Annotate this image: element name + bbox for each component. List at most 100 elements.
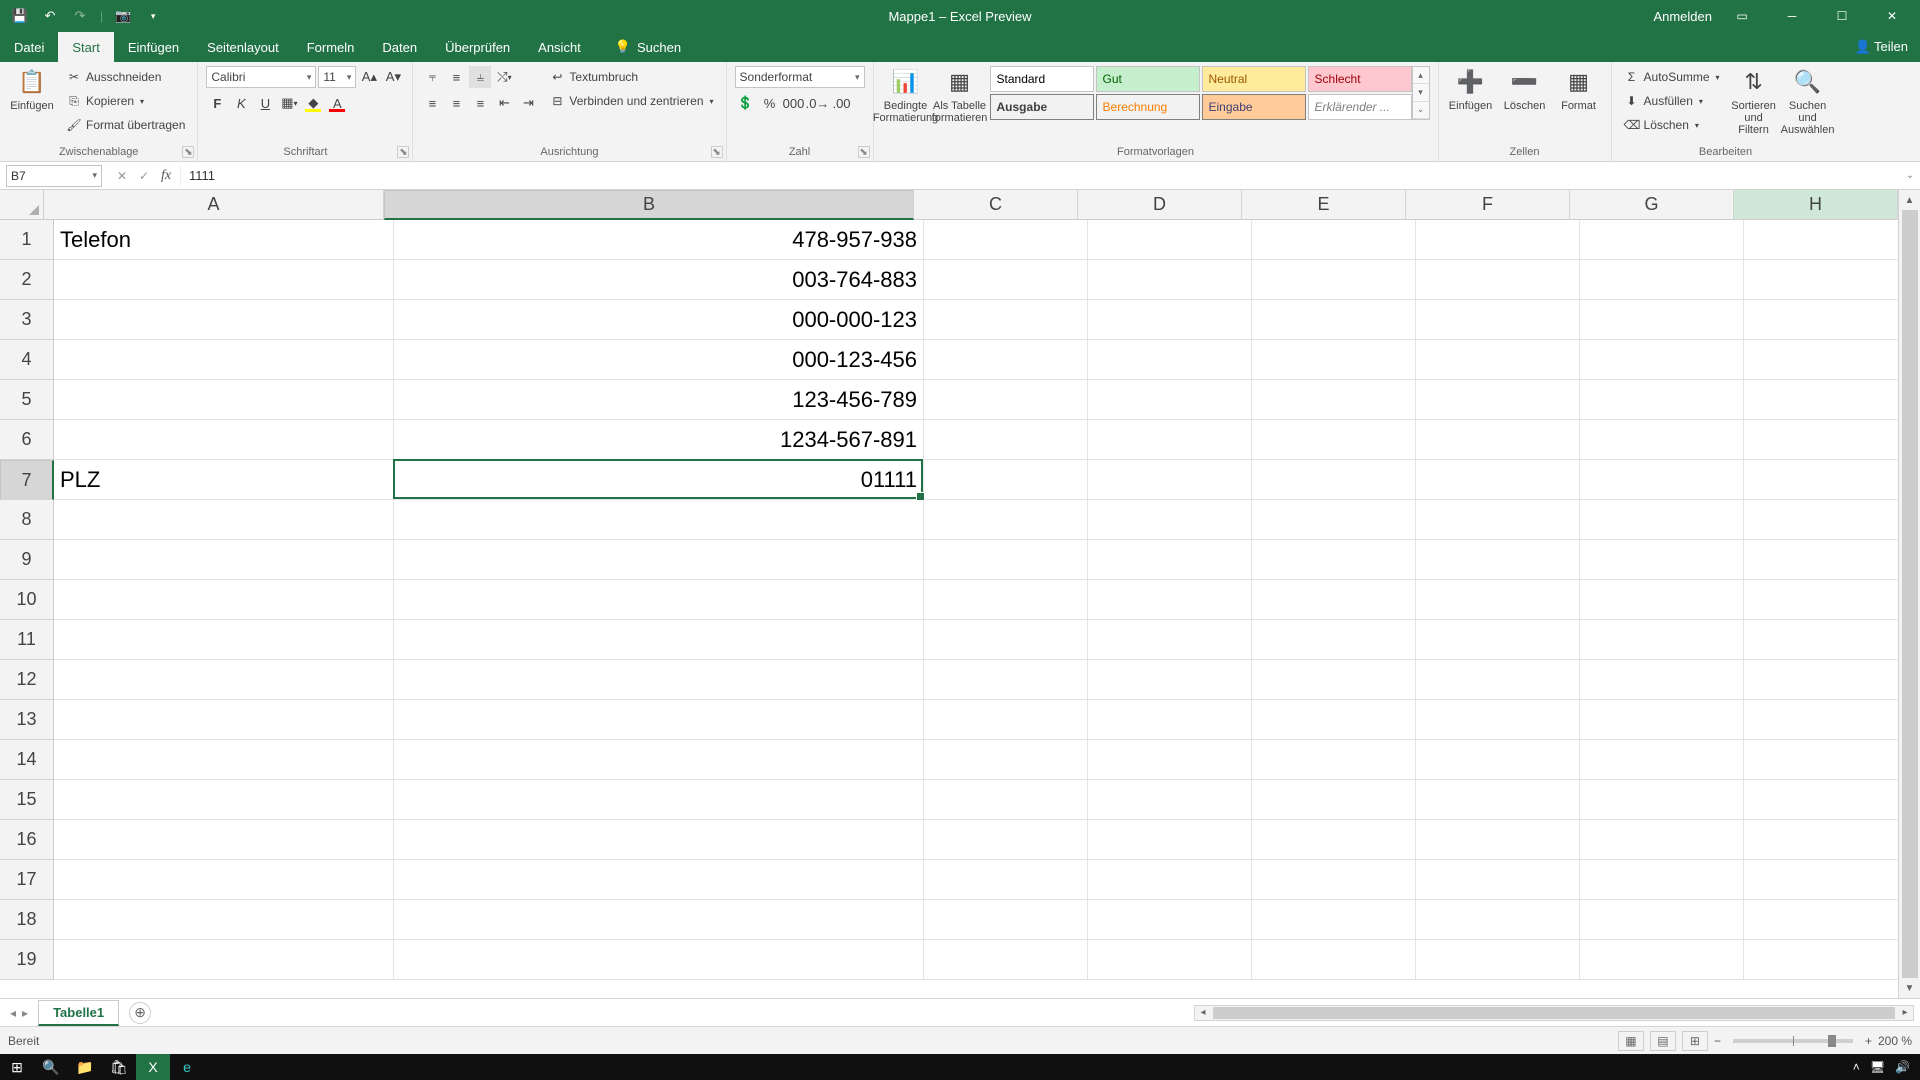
font-launcher-icon[interactable]: ⬊ — [397, 146, 409, 158]
cell-F18[interactable] — [1416, 900, 1580, 940]
cell-E6[interactable] — [1252, 420, 1416, 460]
format-cells-button[interactable]: ▦Format — [1555, 66, 1603, 112]
cell-B19[interactable] — [394, 940, 924, 980]
cell-F19[interactable] — [1416, 940, 1580, 980]
insert-function-icon[interactable]: fx — [156, 166, 176, 186]
cell-H11[interactable] — [1744, 620, 1898, 660]
cell-B16[interactable] — [394, 820, 924, 860]
cell-H5[interactable] — [1744, 380, 1898, 420]
cell-B18[interactable] — [394, 900, 924, 940]
cell-E14[interactable] — [1252, 740, 1416, 780]
scroll-up-icon[interactable]: ▲ — [1899, 190, 1920, 210]
cell-D18[interactable] — [1088, 900, 1252, 940]
increase-indent-icon[interactable]: ⇥ — [517, 92, 539, 114]
tell-me-search[interactable]: 💡 Suchen — [615, 32, 681, 62]
cell-F2[interactable] — [1416, 260, 1580, 300]
cell-C13[interactable] — [924, 700, 1088, 740]
cell-B2[interactable]: 003-764-883 — [394, 260, 924, 300]
redo-icon[interactable]: ↷ — [70, 6, 90, 26]
cell-G1[interactable] — [1580, 220, 1744, 260]
style-eingabe[interactable]: Eingabe — [1202, 94, 1306, 120]
align-center-icon[interactable]: ≡ — [445, 92, 467, 114]
cell-G16[interactable] — [1580, 820, 1744, 860]
cell-D9[interactable] — [1088, 540, 1252, 580]
cell-D4[interactable] — [1088, 340, 1252, 380]
cell-H2[interactable] — [1744, 260, 1898, 300]
cell-G4[interactable] — [1580, 340, 1744, 380]
cell-A3[interactable] — [54, 300, 394, 340]
cell-H10[interactable] — [1744, 580, 1898, 620]
expand-formula-bar-icon[interactable]: ⌄ — [1900, 170, 1920, 181]
cell-C2[interactable] — [924, 260, 1088, 300]
cell-G2[interactable] — [1580, 260, 1744, 300]
cell-D16[interactable] — [1088, 820, 1252, 860]
column-header-D[interactable]: D — [1078, 190, 1242, 220]
cell-C19[interactable] — [924, 940, 1088, 980]
cell-F1[interactable] — [1416, 220, 1580, 260]
cells-area[interactable]: Telefon478-957-938003-764-883000-000-123… — [54, 220, 1898, 998]
cell-F14[interactable] — [1416, 740, 1580, 780]
tab-ueberpruefen[interactable]: Überprüfen — [431, 32, 524, 62]
cell-A13[interactable] — [54, 700, 394, 740]
cell-A10[interactable] — [54, 580, 394, 620]
format-as-table-button[interactable]: ▦Als Tabelle formatieren — [936, 66, 984, 124]
cell-B8[interactable] — [394, 500, 924, 540]
cell-D6[interactable] — [1088, 420, 1252, 460]
cell-D8[interactable] — [1088, 500, 1252, 540]
style-gallery-scroller[interactable]: ▴▾⌄ — [1412, 66, 1430, 120]
cell-F9[interactable] — [1416, 540, 1580, 580]
cell-C4[interactable] — [924, 340, 1088, 380]
cell-E18[interactable] — [1252, 900, 1416, 940]
merge-center-button[interactable]: ⊟Verbinden und zentrieren▾ — [545, 90, 717, 112]
cell-G9[interactable] — [1580, 540, 1744, 580]
cell-F12[interactable] — [1416, 660, 1580, 700]
cell-F13[interactable] — [1416, 700, 1580, 740]
cell-B13[interactable] — [394, 700, 924, 740]
font-color-icon[interactable]: A — [326, 92, 348, 114]
orientation-icon[interactable]: ⤭▾ — [493, 66, 515, 88]
cell-G19[interactable] — [1580, 940, 1744, 980]
cell-F7[interactable] — [1416, 460, 1580, 500]
share-button[interactable]: 👤 Teilen — [1854, 39, 1908, 55]
cell-G14[interactable] — [1580, 740, 1744, 780]
italic-button[interactable]: K — [230, 92, 252, 114]
close-icon[interactable]: ✕ — [1872, 0, 1912, 32]
column-header-G[interactable]: G — [1570, 190, 1734, 220]
number-launcher-icon[interactable]: ⬊ — [858, 146, 870, 158]
style-neutral[interactable]: Neutral — [1202, 66, 1306, 92]
formula-input[interactable]: 1111 — [181, 168, 1900, 183]
cell-B17[interactable] — [394, 860, 924, 900]
cell-C18[interactable] — [924, 900, 1088, 940]
cell-H1[interactable] — [1744, 220, 1898, 260]
cell-E17[interactable] — [1252, 860, 1416, 900]
cell-E11[interactable] — [1252, 620, 1416, 660]
cell-G11[interactable] — [1580, 620, 1744, 660]
cell-G6[interactable] — [1580, 420, 1744, 460]
cell-A18[interactable] — [54, 900, 394, 940]
cell-B4[interactable]: 000-123-456 — [394, 340, 924, 380]
row-header-2[interactable]: 2 — [0, 260, 54, 300]
cell-E9[interactable] — [1252, 540, 1416, 580]
cell-H15[interactable] — [1744, 780, 1898, 820]
cell-A17[interactable] — [54, 860, 394, 900]
cell-C3[interactable] — [924, 300, 1088, 340]
insert-cells-button[interactable]: ➕Einfügen — [1447, 66, 1495, 112]
increase-decimal-icon[interactable]: .0→ — [807, 92, 829, 114]
style-ausgabe[interactable]: Ausgabe — [990, 94, 1094, 120]
alignment-launcher-icon[interactable]: ⬊ — [711, 146, 723, 158]
cell-D12[interactable] — [1088, 660, 1252, 700]
sheet-nav-next-icon[interactable]: ▸ — [22, 1006, 28, 1020]
cell-F11[interactable] — [1416, 620, 1580, 660]
shrink-font-icon[interactable]: A▾ — [382, 66, 404, 88]
font-name-select[interactable]: Calibri▾ — [206, 66, 316, 88]
column-header-C[interactable]: C — [914, 190, 1078, 220]
file-explorer-icon[interactable]: 📁 — [68, 1054, 102, 1080]
cell-D10[interactable] — [1088, 580, 1252, 620]
vertical-scrollbar[interactable]: ▲ ▼ — [1898, 190, 1920, 998]
maximize-icon[interactable]: ☐ — [1822, 0, 1862, 32]
cell-A15[interactable] — [54, 780, 394, 820]
cell-A16[interactable] — [54, 820, 394, 860]
cell-H6[interactable] — [1744, 420, 1898, 460]
align-middle-icon[interactable]: ≡ — [445, 66, 467, 88]
cell-F3[interactable] — [1416, 300, 1580, 340]
